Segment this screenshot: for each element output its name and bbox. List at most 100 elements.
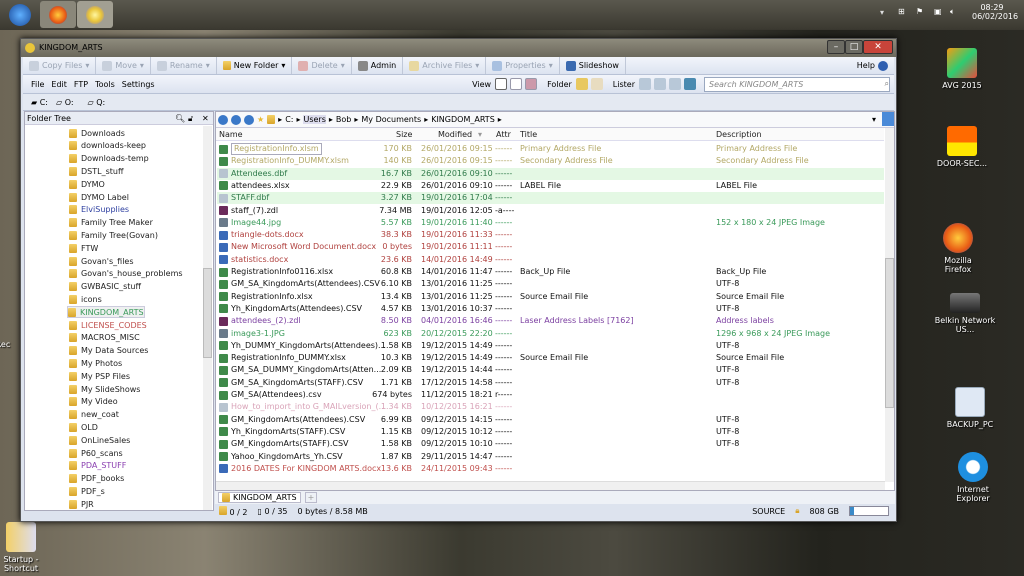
desktop-icon-startup-shortcut[interactable]: Startup - Shortcut [0,522,56,573]
view-details-icon[interactable] [495,78,508,90]
desktop-icon-firefox[interactable]: Mozilla Firefox [923,223,993,274]
menu-tools[interactable]: Tools [95,80,115,89]
col-size[interactable]: Size [396,130,412,142]
lister-dual-icon[interactable] [654,78,666,90]
tree-item[interactable]: DYMO Label [69,191,129,203]
file-row[interactable]: GM_SA_KingdomArts(STAFF).CSV 1.71 KB 17/12… [217,377,884,389]
tree-item[interactable]: MACROS_MISC [69,332,140,344]
desktop-icon-internet-explorer[interactable]: Internet Explorer [938,452,1008,503]
tree-item[interactable]: My Data Sources [69,345,148,357]
file-row[interactable]: STAFF.dbf 3.27 KB 19/01/2016 17:04 ------ [217,192,884,205]
windows-icon[interactable]: ⊞ [898,7,905,16]
network-icon[interactable]: ▣ [934,7,942,16]
tree-item[interactable]: My Video [69,396,118,408]
col-attr[interactable]: Attr [496,130,511,142]
file-row[interactable]: Image44.jpg 5.57 KB 19/01/2016 11:40 ------… [217,217,884,229]
file-row[interactable]: triangle-dots.docx 38.3 KB 19/01/2016 11:3… [217,229,884,241]
file-row[interactable]: GM_KingdomArts(Attendees).CSV 6.99 KB 09/1… [217,414,884,426]
file-row[interactable]: How_to_import_into G_MAILversion_(... 1.3… [217,401,884,413]
tree-item[interactable]: Family Tree(Govan) [69,229,158,241]
tree-item[interactable]: PDF_books [69,473,124,485]
tree-item[interactable]: My Photos [69,357,122,369]
tree-item[interactable]: new_coat [69,409,119,421]
menu-edit[interactable]: Edit [51,80,67,89]
forward-icon[interactable] [231,114,241,125]
lister-viewer-icon[interactable] [684,78,696,90]
help-button[interactable]: Help [851,57,894,74]
file-row[interactable]: attendees.xlsx 22.9 KB 26/01/2016 09:10 ---… [217,180,884,192]
tree-scrollbar[interactable] [203,126,212,510]
breadcrumb-my-documents[interactable]: My Documents [361,115,421,124]
file-row[interactable]: Yh_KingdomArts(Attendees).CSV 4.57 KB 13/0… [217,303,884,315]
copy-files-button[interactable]: Copy Files ▾ [23,57,97,74]
folder-options-icon[interactable] [575,78,588,90]
drive-o[interactable]: ▱ O: [56,98,74,107]
admin-button[interactable]: Admin [352,57,404,74]
breadcrumb-users[interactable]: Users [303,115,326,124]
search-icon[interactable]: 🔍︎ [175,112,185,125]
flag-icon[interactable]: ⚑ [916,7,923,16]
lister-single-icon[interactable] [639,78,651,90]
file-row[interactable]: image3-1.JPG 623 KB 20/12/2015 22:20 ------… [217,328,884,340]
list-hscrollbar[interactable] [216,481,885,490]
col-title[interactable]: Title [520,130,537,142]
maximize-button[interactable]: □ [845,40,863,54]
view-thumbnails-icon[interactable] [525,78,538,90]
rename-button[interactable]: Rename ▾ [151,57,217,74]
menu-file[interactable]: File [31,80,44,89]
file-row[interactable]: RegistrationInfo0116.xlsx 60.8 KB 14/01/20… [217,266,884,278]
file-row[interactable]: GM_SA_DUMMY_KingdomArts(Atten... 2.09 KB 1… [217,364,884,376]
start-button[interactable] [2,1,38,28]
tree-item[interactable]: DYMO [69,178,105,190]
list-vscrollbar-thumb[interactable] [885,258,894,408]
file-row[interactable]: GM_KingdomArts(STAFF).CSV 1.58 KB 09/12/20… [217,438,884,450]
tree-item[interactable]: PDA_STUFF [69,460,126,472]
favorites-star-icon[interactable]: ★ [257,115,264,124]
unlock-icon[interactable]: 🔓︎ [188,112,193,125]
desktop-icon-belkin[interactable]: Belkin Network US... [930,293,1000,334]
file-row[interactable]: GM_SA_KingdomArts(Attendees).CSV 6.10 KB 1… [217,278,884,290]
desktop-icon-backup-pc[interactable]: BACKUP_PC [935,387,1005,429]
go-button[interactable] [882,112,894,126]
tree-item[interactable]: Govan's_house_problems [69,268,183,280]
lister-tree-icon[interactable] [669,78,681,90]
file-row[interactable]: Yh_DUMMY_KingdomArts(Attendees)... 1.58 K… [217,340,884,352]
breadcrumb-dropdown[interactable]: ▾ [872,115,876,124]
taskbar-directory-opus[interactable] [77,1,113,28]
file-row[interactable]: RegistrationInfo.xlsm 170 KB 26/01/2016 09… [217,143,884,155]
tree-item[interactable]: OLD [69,421,98,433]
file-row[interactable]: 2016 DATES For KINGDOM ARTS.docx 13.6 KB 2… [217,463,884,475]
breadcrumb-kingdom-arts[interactable]: KINGDOM_ARTS [431,115,495,124]
volume-icon[interactable]: 🔈︎ [950,7,955,17]
tray-overflow-icon[interactable]: ▾ [880,8,884,17]
taskbar-firefox[interactable] [40,1,76,28]
tree-item[interactable]: GWBASIC_stuff [69,281,141,293]
drive-q[interactable]: ▱ Q: [88,98,106,107]
close-button[interactable]: ✕ [863,40,893,54]
close-icon[interactable]: ✕ [202,112,209,125]
tree-item[interactable]: OnLineSales [69,434,130,446]
desktop-icon-door-sec[interactable]: DOOR-SEC... [927,126,997,168]
col-description[interactable]: Description [716,130,762,142]
tree-scrollbar-thumb[interactable] [203,268,212,358]
file-row[interactable]: RegistrationInfo_DUMMY.xlsx 10.3 KB 19/12/… [217,352,884,364]
col-modified[interactable]: Modified [438,130,472,142]
tree-item[interactable]: Downloads-temp [69,153,149,165]
tree-item[interactable]: icons [69,293,102,305]
file-row[interactable]: New Microsoft Word Document.docx 0 bytes 1… [217,241,884,253]
drive-c[interactable]: ▰ C: [31,98,48,107]
tree-item[interactable]: My SlideShows [69,383,140,395]
clock[interactable]: 08:29 06/02/2016 [972,3,1018,21]
tab-kingdom-arts[interactable]: KINGDOM_ARTS [218,492,301,503]
desktop-icon-avg[interactable]: AVG 2015 [927,48,997,90]
tree-item[interactable]: downloads-keep [69,140,146,152]
tree-item[interactable]: Family Tree Maker [69,217,153,229]
folder-format-icon[interactable] [590,78,603,90]
tree-item[interactable]: My PSP Files [69,370,130,382]
file-row[interactable]: Yahoo_KingdomArts_Yh.CSV 1.87 KB 29/11/201… [217,451,884,463]
breadcrumb-c[interactable]: C: [285,115,293,124]
menu-settings[interactable]: Settings [122,80,155,89]
tree-item[interactable]: Govan's_files [69,255,134,267]
tree-item[interactable]: PDF_s [69,485,105,497]
list-vscrollbar[interactable] [885,128,894,482]
